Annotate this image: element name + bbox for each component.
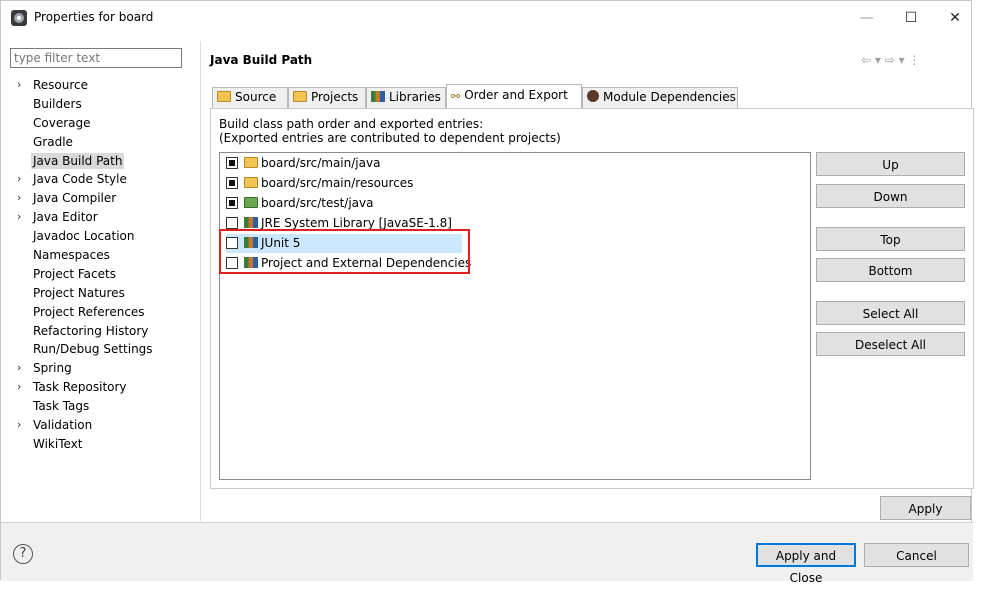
description: Build class path order and exported entr…	[219, 117, 561, 145]
list-item[interactable]: board/src/main/resources	[226, 174, 413, 193]
pane-divider[interactable]	[200, 41, 201, 521]
sidebar-item-validation[interactable]: › Validation	[11, 416, 191, 435]
chevron-right-icon[interactable]: ›	[17, 76, 21, 95]
minimize-button[interactable]: —	[853, 7, 881, 29]
chevron-right-icon[interactable]: ›	[17, 170, 21, 189]
top-button[interactable]: Top	[816, 227, 965, 251]
close-button[interactable]: ✕	[941, 7, 969, 29]
select-all-button[interactable]: Select All	[816, 301, 965, 325]
sidebar-item-java-compiler[interactable]: › Java Compiler	[11, 189, 191, 208]
export-checkbox[interactable]	[226, 157, 238, 169]
export-checkbox[interactable]	[226, 177, 238, 189]
sidebar-item-gradle[interactable]: Gradle	[11, 133, 191, 152]
sidebar-item-javadoc-location[interactable]: Javadoc Location	[11, 227, 191, 246]
deselect-all-button[interactable]: Deselect All	[816, 332, 965, 356]
tab-order-and-export[interactable]: ⚯ Order and Export	[446, 84, 582, 108]
source-folder-icon	[244, 177, 258, 188]
libraries-icon	[371, 91, 385, 102]
sidebar-item-builders[interactable]: Builders	[11, 95, 191, 114]
sidebar-item-project-natures[interactable]: Project Natures	[11, 284, 191, 303]
property-page-tree: › Resource Builders Coverage Gradle Java …	[11, 76, 191, 454]
order-export-icon: ⚯	[451, 90, 461, 103]
down-button[interactable]: Down	[816, 184, 965, 208]
sidebar-item-java-editor[interactable]: › Java Editor	[11, 208, 191, 227]
chevron-right-icon[interactable]: ›	[17, 416, 21, 435]
sidebar-item-refactoring-history[interactable]: Refactoring History	[11, 322, 191, 341]
tab-source[interactable]: Source	[212, 87, 288, 108]
filter-input[interactable]	[10, 48, 182, 68]
sidebar-item-project-references[interactable]: Project References	[11, 303, 191, 322]
title-bar: Properties for board — ☐ ✕	[1, 1, 971, 35]
maximize-button[interactable]: ☐	[897, 7, 925, 29]
source-folder-icon	[217, 91, 231, 102]
eclipse-app-icon	[11, 10, 27, 26]
export-checkbox[interactable]	[226, 217, 238, 229]
tab-libraries[interactable]: Libraries	[366, 87, 446, 108]
annotation-highlight-box	[219, 229, 470, 274]
export-checkbox[interactable]	[226, 197, 238, 209]
chevron-right-icon[interactable]: ›	[17, 378, 21, 397]
source-folder-icon	[244, 157, 258, 168]
sidebar-item-spring[interactable]: › Spring	[11, 359, 191, 378]
test-source-folder-icon	[244, 197, 258, 208]
list-item[interactable]: board/src/main/java	[226, 154, 380, 173]
sidebar-item-project-facets[interactable]: Project Facets	[11, 265, 191, 284]
sidebar-item-coverage[interactable]: Coverage	[11, 114, 191, 133]
sidebar-item-wikitext[interactable]: WikiText	[11, 435, 191, 454]
sidebar-item-run-debug-settings[interactable]: Run/Debug Settings	[11, 340, 191, 359]
chevron-right-icon[interactable]: ›	[17, 359, 21, 378]
chevron-right-icon[interactable]: ›	[17, 189, 21, 208]
classpath-entries-list[interactable]: board/src/main/java board/src/main/resou…	[219, 152, 811, 480]
help-icon[interactable]: ?	[13, 544, 33, 564]
cancel-button[interactable]: Cancel	[864, 543, 969, 567]
sidebar-item-task-tags[interactable]: Task Tags	[11, 397, 191, 416]
apply-and-close-button[interactable]: Apply and Close	[756, 543, 856, 585]
chevron-right-icon[interactable]: ›	[17, 208, 21, 227]
tab-projects[interactable]: Projects	[288, 87, 366, 108]
library-icon	[244, 217, 258, 228]
sidebar-item-java-build-path[interactable]: Java Build Path	[11, 152, 191, 171]
apply-button[interactable]: Apply	[880, 496, 971, 520]
module-icon	[587, 90, 599, 102]
properties-dialog: Properties for board — ☐ ✕ ›Resource Bui…	[0, 0, 974, 585]
tab-module-dependencies[interactable]: Module Dependencies	[582, 87, 738, 108]
up-button[interactable]: Up	[816, 152, 965, 176]
sidebar-item-namespaces[interactable]: Namespaces	[11, 246, 191, 265]
sidebar-item-java-code-style[interactable]: › Java Code Style	[11, 170, 191, 189]
history-nav-arrows[interactable]: ⇦ ▾ ⇨ ▾ ⋮	[861, 53, 920, 67]
bottom-button[interactable]: Bottom	[816, 258, 965, 282]
sidebar-item-resource[interactable]: › Resource	[11, 76, 191, 95]
window-title: Properties for board	[34, 10, 154, 24]
page-title: Java Build Path	[210, 53, 313, 67]
sidebar-item-task-repository[interactable]: › Task Repository	[11, 378, 191, 397]
projects-folder-icon	[293, 91, 307, 102]
list-item[interactable]: board/src/test/java	[226, 194, 374, 213]
